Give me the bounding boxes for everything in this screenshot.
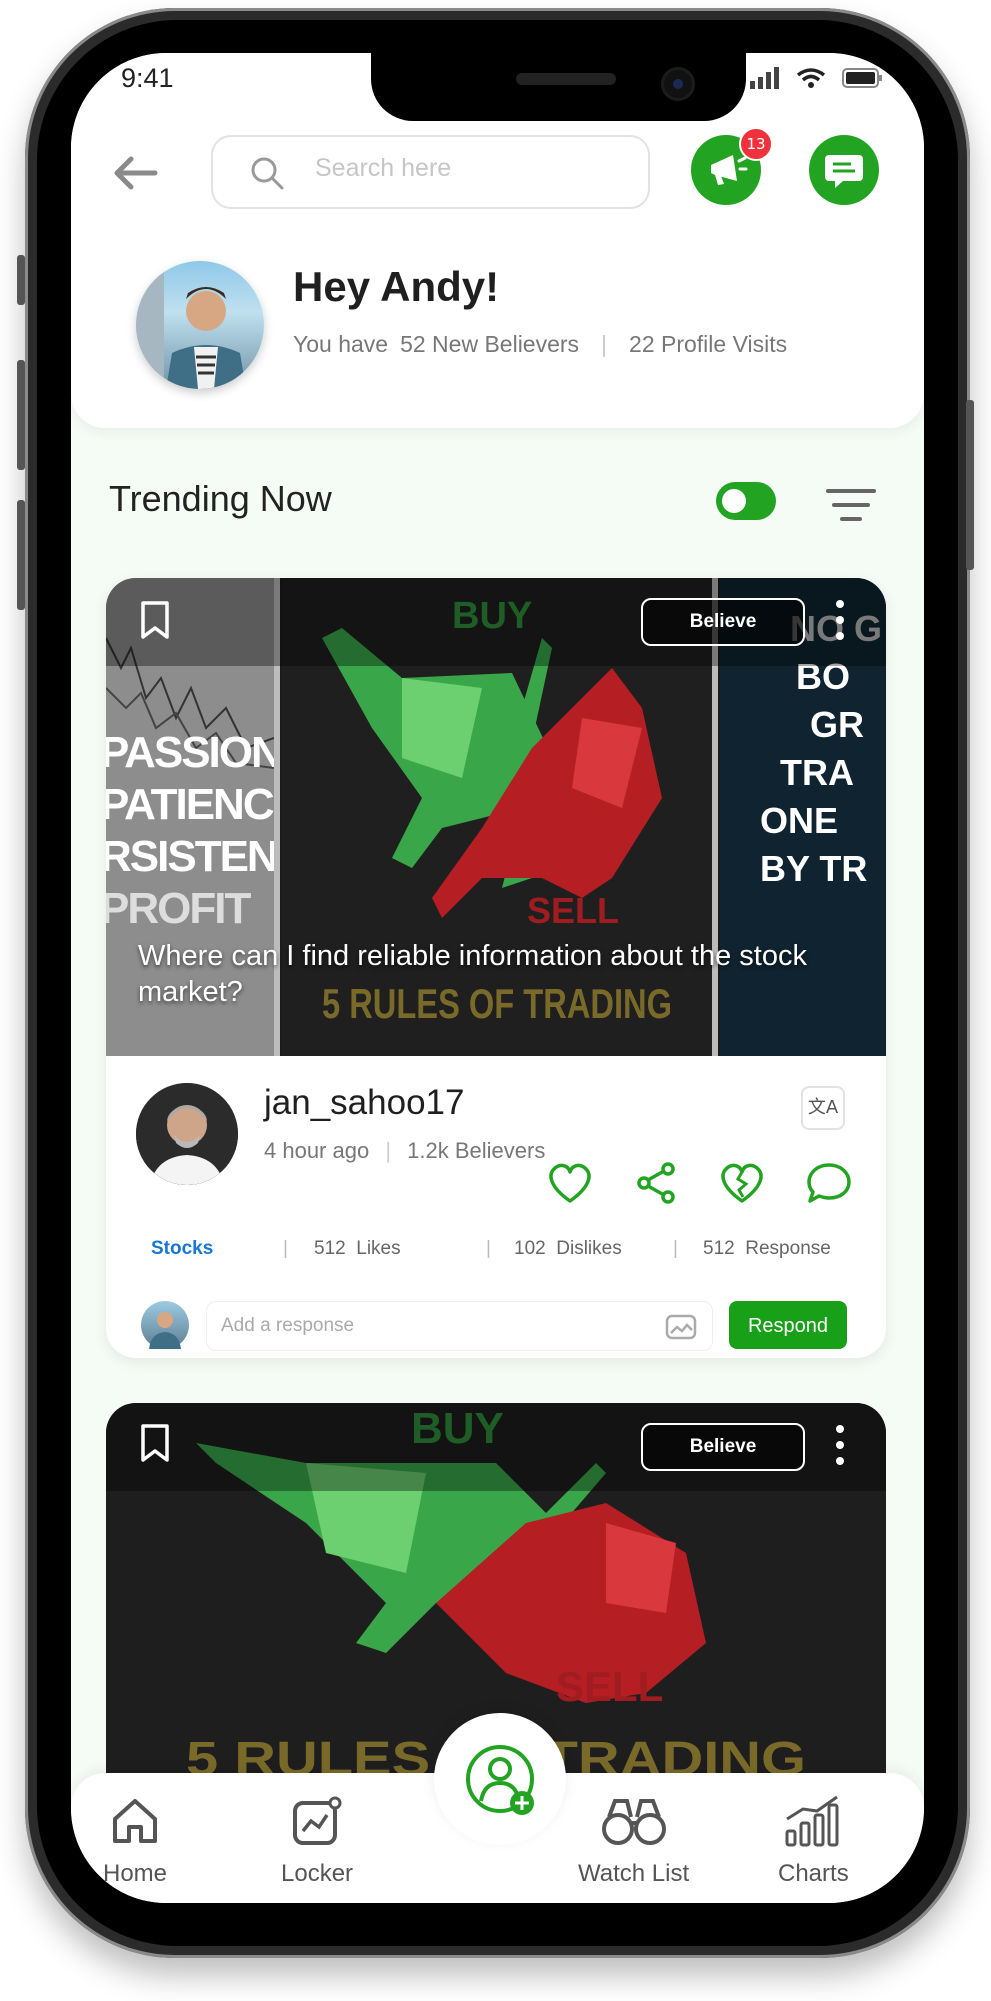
like-icon[interactable] (546, 1161, 594, 1205)
poster-username[interactable]: jan_sahoo17 (264, 1083, 464, 1123)
post-time: 4 hour ago (264, 1138, 370, 1163)
believe-button[interactable]: Believe (641, 598, 805, 646)
home-icon (113, 1799, 158, 1843)
greeting-title: Hey Andy! (293, 263, 500, 310)
more-options-icon[interactable] (832, 1423, 848, 1467)
add-believer-button[interactable] (434, 1713, 566, 1845)
nav-watchlist-label: Watch List (578, 1860, 690, 1887)
post-card: PASSION PATIENCE RSISTEN PROFIT BUY SELL… (106, 578, 886, 1358)
share-icon[interactable] (634, 1161, 678, 1205)
signal-icon (750, 67, 779, 89)
image-attach-icon[interactable] (665, 1314, 697, 1340)
media-right-line-3: GR (810, 704, 864, 745)
profile-visits-link[interactable]: 22 Profile Visits (629, 331, 787, 358)
dislikes-stat: 102 Dislikes (514, 1238, 622, 1260)
notification-badge: 13 (739, 127, 773, 161)
likes-stat: 512 Likes (314, 1238, 401, 1260)
trending-title: Trending Now (109, 478, 332, 519)
translate-button[interactable]: 文A (801, 1086, 845, 1130)
announcements-button[interactable]: 13 (691, 127, 773, 205)
speaker-grille (516, 73, 616, 85)
response-row: Respond (141, 1301, 851, 1353)
response-input[interactable] (219, 1314, 643, 1338)
respond-button[interactable]: Respond (729, 1301, 847, 1349)
response-label: Response (745, 1238, 831, 1259)
dislikes-label: Dislikes (556, 1238, 622, 1259)
volume-up-button (17, 360, 25, 470)
poster-avatar-image (136, 1083, 238, 1185)
sell-label: SELL (527, 890, 619, 931)
poster-believers: 1.2k Believers (407, 1138, 546, 1163)
nav-watchlist[interactable]: Watch List (578, 1793, 689, 1888)
sell-label-2: SELL (556, 1663, 663, 1710)
broken-heart-icon[interactable] (718, 1161, 766, 1205)
status-time: 9:41 (121, 63, 174, 93)
meta-divider: | (385, 1138, 392, 1163)
search-icon (251, 157, 284, 190)
post-media[interactable]: PASSION PATIENCE RSISTEN PROFIT BUY SELL… (106, 578, 886, 1056)
poster-avatar[interactable] (136, 1083, 238, 1185)
bookmark-icon[interactable] (138, 600, 172, 640)
volume-down-button (17, 500, 25, 610)
greeting-summary: You have 52 New Believers | 22 Profile V… (293, 331, 787, 358)
stats-divider: | (673, 1238, 678, 1259)
stats-divider: | (283, 1238, 288, 1259)
post-actions (546, 1161, 852, 1205)
search-bar[interactable] (211, 135, 650, 209)
media-right-line-4: TRA (780, 752, 854, 793)
binoculars-icon (601, 1799, 666, 1845)
nav-charts-label: Charts (778, 1860, 849, 1887)
believe-button-2[interactable]: Believe (641, 1423, 805, 1471)
post-meta: 4 hour ago | 1.2k Believers (264, 1138, 545, 1164)
wifi-icon (796, 68, 826, 88)
filter-icon[interactable] (826, 485, 876, 525)
current-user-avatar-image (149, 1312, 181, 1349)
stats-divider: | (486, 1238, 491, 1259)
bookmark-icon[interactable] (138, 1423, 172, 1463)
app-screen: 9:41 13 (71, 53, 924, 1903)
phone-notch (371, 53, 746, 121)
media-left-line-2: PATIENCE (106, 780, 274, 829)
user-avatar[interactable] (136, 261, 264, 389)
post-tag[interactable]: Stocks (151, 1238, 213, 1260)
summary-prefix: You have (293, 331, 389, 357)
nav-home[interactable]: Home (103, 1793, 167, 1888)
media-right-line-6: BY TR (760, 848, 868, 889)
translate-icon: 文A (807, 1097, 839, 1118)
messages-button[interactable] (809, 135, 879, 205)
response-count: 512 (703, 1238, 735, 1259)
likes-count: 512 (314, 1238, 346, 1259)
comment-icon[interactable] (806, 1161, 852, 1205)
locker-icon (293, 1796, 342, 1845)
add-user-icon (466, 1745, 534, 1815)
summary-divider: | (601, 331, 608, 357)
trending-toggle[interactable] (716, 482, 776, 520)
nav-locker[interactable]: Locker (281, 1793, 353, 1888)
media-left-line-4: PROFIT (106, 884, 251, 933)
current-user-avatar (141, 1301, 189, 1349)
power-button (966, 400, 974, 570)
back-arrow-icon[interactable] (109, 153, 159, 193)
response-field[interactable] (206, 1301, 713, 1351)
status-icons (750, 67, 884, 89)
new-believers-link[interactable]: 52 New Believers (400, 331, 579, 358)
mute-switch (17, 255, 25, 305)
media-right-line-5: ONE (760, 800, 839, 841)
more-options-icon[interactable] (832, 598, 848, 642)
battery-icon (842, 68, 882, 88)
user-avatar-image (136, 261, 246, 389)
likes-label: Likes (356, 1238, 401, 1259)
response-stat: 512 Response (703, 1238, 831, 1260)
dislikes-count: 102 (514, 1238, 546, 1259)
media-left-line-3: RSISTEN (106, 832, 274, 881)
post-caption: Where can I find reliable information ab… (138, 940, 807, 1008)
bar-chart-icon (785, 1795, 839, 1847)
nav-locker-label: Locker (281, 1860, 354, 1887)
message-icon (825, 155, 863, 188)
media-left-line-1: PASSION (106, 728, 274, 777)
search-input[interactable] (313, 153, 617, 184)
nav-home-label: Home (103, 1860, 168, 1887)
front-camera (661, 67, 695, 101)
nav-charts[interactable]: Charts (778, 1793, 849, 1888)
